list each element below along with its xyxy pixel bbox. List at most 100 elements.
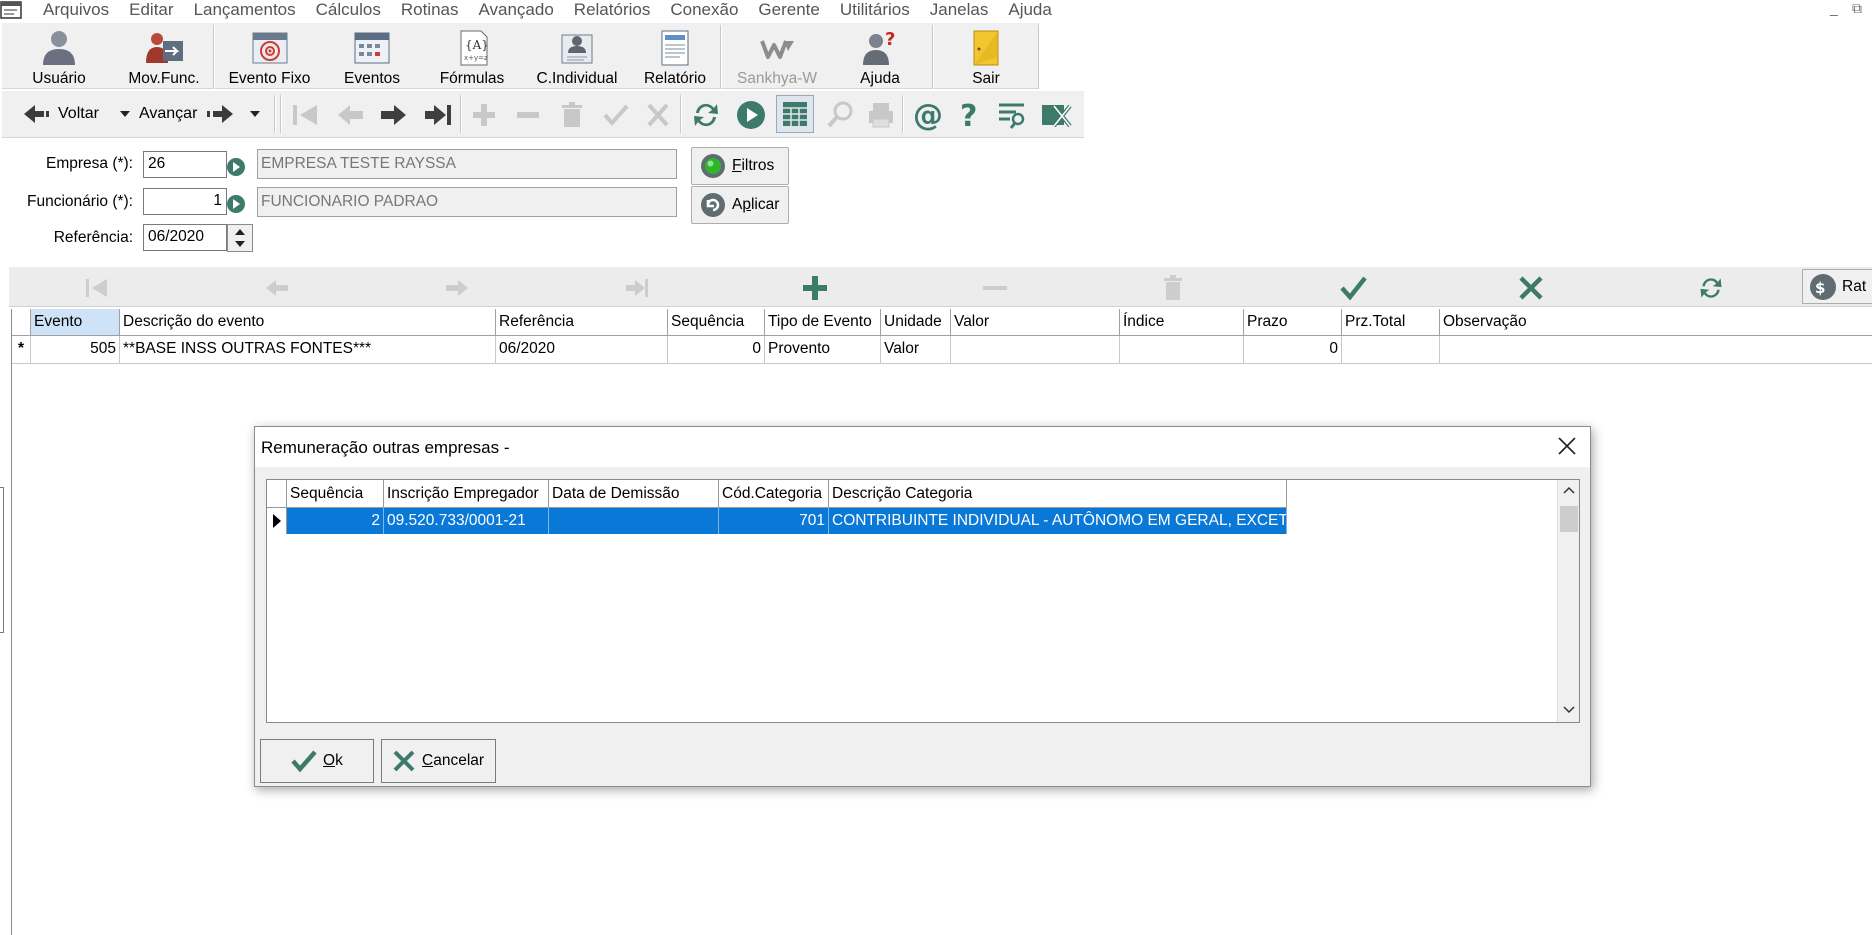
cell-evento[interactable]: 505	[31, 336, 120, 364]
rateio-button[interactable]: $ Rat	[1802, 269, 1872, 304]
filtros-button[interactable]: Filtros	[691, 147, 789, 185]
dialog-col-descricao[interactable]: Descrição Categoria	[829, 480, 1287, 508]
col-header-evento[interactable]: Evento	[31, 309, 120, 336]
avancar-button[interactable]: Avançar	[139, 97, 235, 131]
menu-gerente[interactable]: Gerente	[748, 0, 829, 21]
col-header-indice[interactable]: Índice	[1120, 309, 1244, 336]
next-record-icon[interactable]	[377, 102, 409, 128]
close-icon[interactable]	[1556, 435, 1578, 457]
cell-referencia[interactable]: 06/2020	[496, 336, 668, 364]
grid-previous-icon[interactable]	[263, 274, 291, 302]
ok-button[interactable]: Ok	[260, 739, 374, 783]
empresa-lookup-icon[interactable]	[225, 156, 247, 178]
dialog-cell-inscricao[interactable]: 09.520.733/0001-21	[384, 508, 549, 534]
col-header-descricao[interactable]: Descrição do evento	[120, 309, 496, 336]
email-at-icon[interactable]: @	[912, 99, 944, 131]
cell-indice[interactable]	[1120, 336, 1244, 364]
usuario-button[interactable]: Usuário	[4, 23, 114, 89]
dialog-cell-sequencia[interactable]: 2	[287, 508, 384, 534]
funcionario-lookup-icon[interactable]	[225, 193, 247, 215]
scroll-down-icon[interactable]	[1563, 706, 1575, 714]
confirm-record-icon[interactable]	[602, 102, 630, 128]
grid-last-icon[interactable]	[623, 274, 651, 302]
referencia-input[interactable]: 06/2020	[143, 224, 227, 251]
dialog-cell-descricao[interactable]: CONTRIBUINTE INDIVIDUAL - AUTÔNOMO EM GE…	[829, 508, 1287, 534]
mov-func-button[interactable]: Mov.Func.	[114, 23, 214, 89]
scroll-thumb[interactable]	[1560, 506, 1578, 532]
grid-cancel-icon[interactable]	[1517, 274, 1545, 302]
col-header-sequencia[interactable]: Sequência	[668, 309, 765, 336]
avancar-dropdown[interactable]	[250, 97, 260, 131]
referencia-spinner[interactable]	[227, 224, 253, 252]
col-header-referencia[interactable]: Referência	[496, 309, 668, 336]
search-icon[interactable]	[825, 100, 855, 130]
menu-ajuda[interactable]: Ajuda	[998, 0, 1061, 21]
voltar-button[interactable]: Voltar	[22, 97, 99, 131]
c-individual-button[interactable]: C.Individual	[524, 23, 630, 89]
scroll-up-icon[interactable]	[1563, 486, 1575, 494]
menu-janelas[interactable]: Janelas	[920, 0, 999, 21]
dialog-cell-cod-categoria[interactable]: 701	[719, 508, 829, 534]
excel-export-icon[interactable]	[1040, 100, 1074, 130]
minimize-button[interactable]: _	[1830, 0, 1838, 16]
menu-calculos[interactable]: Cálculos	[306, 0, 391, 21]
col-header-valor[interactable]: Valor	[951, 309, 1120, 336]
cell-unidade[interactable]: Valor	[881, 336, 951, 364]
cell-tipo-evento[interactable]: Provento	[765, 336, 881, 364]
evento-fixo-button[interactable]: Evento Fixo	[217, 23, 322, 89]
add-record-icon[interactable]	[470, 102, 498, 128]
sankhya-w-button[interactable]: Sankhya-W	[724, 23, 830, 89]
menu-conexao[interactable]: Conexão	[660, 0, 748, 21]
sair-button[interactable]: Sair	[936, 23, 1036, 89]
help-question-icon[interactable]: ?	[956, 99, 984, 131]
menu-avancado[interactable]: Avançado	[468, 0, 563, 21]
dialog-vertical-scrollbar[interactable]	[1557, 480, 1579, 722]
grid-remove-icon[interactable]	[981, 274, 1009, 302]
refresh-icon[interactable]	[690, 99, 722, 131]
funcionario-code-input[interactable]: 1	[143, 188, 227, 215]
col-header-prazo[interactable]: Prazo	[1244, 309, 1342, 336]
calculator-toggle[interactable]	[776, 95, 814, 133]
formulas-button[interactable]: {A} x+y=z Fórmulas	[422, 23, 522, 89]
dialog-col-cod-categoria[interactable]: Cód.Categoria	[719, 480, 829, 508]
cell-observacao[interactable]	[1440, 336, 1872, 364]
app-icon[interactable]	[0, 1, 22, 19]
play-circle-icon[interactable]	[735, 99, 767, 131]
remove-record-icon[interactable]	[514, 102, 542, 128]
last-record-icon[interactable]	[422, 102, 454, 128]
menu-relatorios[interactable]: Relatórios	[564, 0, 661, 21]
col-header-prz-total[interactable]: Prz.Total	[1342, 309, 1440, 336]
menu-arquivos[interactable]: Arquivos	[33, 0, 119, 21]
grid-confirm-icon[interactable]	[1339, 274, 1367, 302]
grid-next-icon[interactable]	[443, 274, 471, 302]
col-header-observacao[interactable]: Observação	[1440, 309, 1872, 336]
relatorio-button[interactable]: Relatório	[630, 23, 720, 89]
grid-add-icon[interactable]	[801, 274, 829, 302]
cell-descricao[interactable]: **BASE INSS OUTRAS FONTES***	[120, 336, 496, 364]
col-header-tipo-evento[interactable]: Tipo de Evento	[765, 309, 881, 336]
voltar-dropdown[interactable]	[120, 97, 130, 131]
grid-delete-icon[interactable]	[1159, 274, 1187, 302]
dialog-col-data-demissao[interactable]: Data de Demissão	[549, 480, 719, 508]
dialog-col-sequencia[interactable]: Sequência	[287, 480, 384, 508]
cancel-record-icon[interactable]	[644, 102, 672, 128]
cell-prazo[interactable]: 0	[1244, 336, 1342, 364]
empresa-code-input[interactable]: 26	[143, 151, 227, 178]
delete-record-icon[interactable]	[558, 101, 586, 129]
dialog-cell-data-demissao[interactable]	[549, 508, 719, 534]
spin-down-icon[interactable]	[235, 240, 245, 248]
cell-sequencia[interactable]: 0	[668, 336, 765, 364]
menu-rotinas[interactable]: Rotinas	[391, 0, 469, 21]
dialog-col-inscricao[interactable]: Inscrição Empregador	[384, 480, 549, 508]
cell-prz-total[interactable]	[1342, 336, 1440, 364]
grid-first-icon[interactable]	[83, 274, 111, 302]
first-record-icon[interactable]	[290, 102, 322, 128]
aplicar-button[interactable]: Aplicar	[691, 186, 789, 224]
col-header-unidade[interactable]: Unidade	[881, 309, 951, 336]
menu-editar[interactable]: Editar	[119, 0, 183, 21]
menu-lancamentos[interactable]: Lançamentos	[184, 0, 306, 21]
previous-record-icon[interactable]	[335, 102, 367, 128]
filter-text-icon[interactable]	[996, 100, 1028, 130]
menu-utilitarios[interactable]: Utilitários	[830, 0, 920, 21]
print-icon[interactable]	[866, 100, 896, 130]
